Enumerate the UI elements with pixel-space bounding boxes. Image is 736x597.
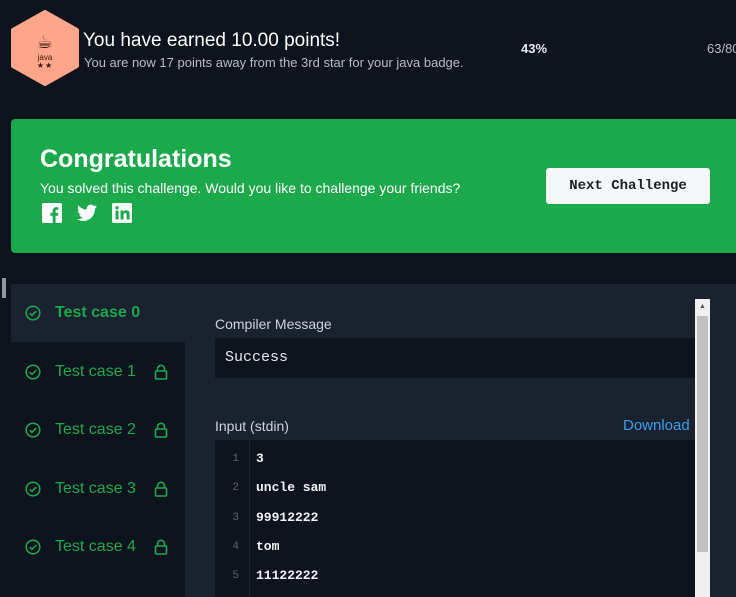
progress-percent: 43% [521,41,548,56]
test-case-3[interactable]: Test case 3 [11,460,185,518]
input-line: 4 tom [215,533,695,562]
congratulations-subtitle: You solved this challenge. Would you lik… [40,180,461,196]
test-case-label: Test case 4 [55,538,136,555]
lock-icon [154,481,168,497]
check-circle-icon [25,364,41,380]
lock-icon [154,539,168,555]
java-badge: ☕ java ★★ [10,10,80,86]
input-stdin-box: 1 3 2 uncle sam 3 99912222 4 tom 5 11122… [215,440,695,597]
line-number: 2 [232,482,239,494]
input-line: 5 11122222 [215,562,695,591]
congratulations-title: Congratulations [40,145,232,173]
resize-handle[interactable] [2,278,6,298]
test-case-0[interactable]: Test case 0 [11,284,185,342]
vertical-scrollbar[interactable]: ▲ [695,299,710,597]
test-case-2[interactable]: Test case 2 [11,401,185,459]
badge-stars: ★★ [36,60,54,70]
compiler-message-box: Success [215,338,695,378]
check-circle-icon [25,305,41,321]
input-line: 3 99912222 [215,504,695,533]
lock-icon [154,422,168,438]
facebook-icon[interactable] [42,203,62,223]
java-cup-icon: ☕ [36,31,54,52]
input-line: 2 uncle sam [215,474,695,503]
line-text: tom [256,539,280,554]
line-text: 11122222 [256,568,319,583]
test-case-4[interactable]: Test case 4 [11,518,185,576]
input-stdin-label: Input (stdin) [215,418,289,434]
linkedin-icon[interactable] [112,203,132,223]
congratulations-banner: Congratulations You solved this challeng… [11,119,736,253]
test-case-label: Test case 1 [55,363,136,380]
points-earned-subtitle: You are now 17 points away from the 3rd … [84,55,464,70]
test-case-1[interactable]: Test case 1 [11,343,185,401]
input-line: 1 3 [215,445,695,474]
points-earned-title: You have earned 10.00 points! [83,30,341,51]
compiler-message-label: Compiler Message [215,316,332,332]
line-text: 3 [256,451,264,466]
test-case-list: Test case 0 Test case 1 Test case 2 Test… [11,284,185,597]
twitter-icon[interactable] [77,203,97,223]
check-circle-icon [25,539,41,555]
progress-count: 63/80 [707,41,736,56]
line-number: 1 [232,453,239,465]
check-circle-icon [25,481,41,497]
test-case-label: Test case 3 [55,480,136,497]
social-share [42,203,132,223]
compiler-message-text: Success [225,349,289,366]
test-case-label: Test case 2 [55,421,136,438]
line-text: 99912222 [256,510,319,525]
check-circle-icon [25,422,41,438]
download-link[interactable]: Download [623,417,690,434]
line-number: 3 [232,512,239,524]
next-challenge-button[interactable]: Next Challenge [546,168,710,204]
lock-icon [154,364,168,380]
line-text: uncle sam [256,480,327,495]
test-case-label: Test case 0 [55,304,141,321]
scroll-up-arrow-icon[interactable]: ▲ [695,299,710,314]
line-number: 4 [232,541,239,553]
line-number: 5 [232,570,239,582]
scrollbar-thumb[interactable] [697,316,708,552]
